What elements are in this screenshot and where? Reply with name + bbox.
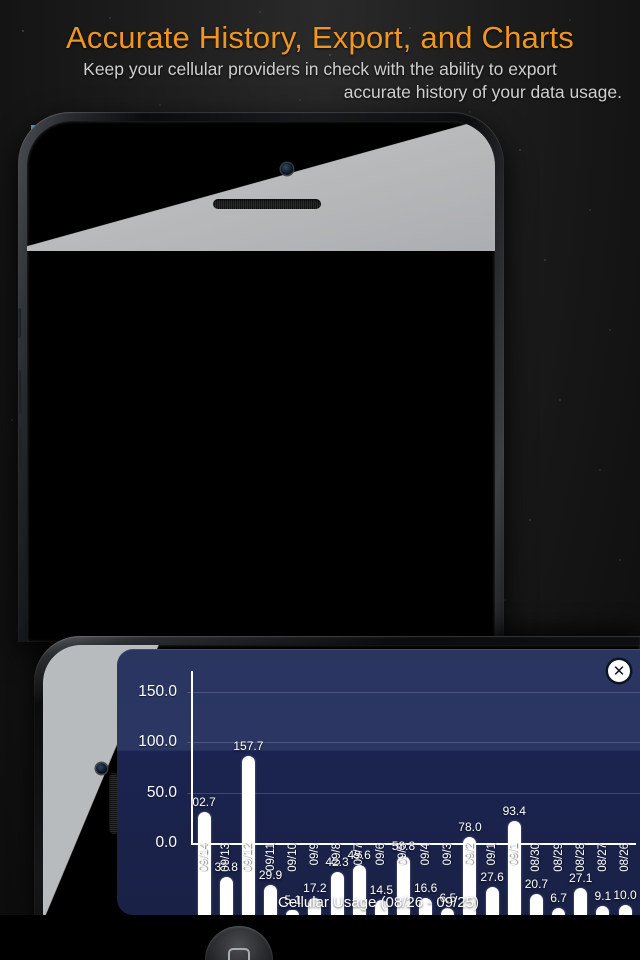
x-axis-tick: 09/4 — [415, 843, 437, 889]
x-axis-tick-label: 09/14 — [198, 843, 211, 872]
front-camera-icon — [281, 163, 293, 175]
silent-switch[interactable] — [18, 308, 21, 338]
bar-value-label: 78.0 — [458, 819, 482, 834]
promo-header: Accurate History, Export, and Charts Kee… — [0, 20, 640, 104]
x-axis-tick-label: 09/1 — [486, 843, 499, 866]
y-axis-tick-label: 0.0 — [155, 834, 177, 851]
x-axis-tick: 08/27 — [592, 843, 614, 889]
x-axis-tick-label: 08/29 — [552, 843, 565, 872]
x-axis-tick-label: 09/12 — [242, 843, 255, 872]
x-axis-tick: 09/10 — [282, 843, 304, 889]
x-axis-tick: 09/12 — [237, 843, 259, 889]
bar-chart: 0.0 50.0 100.0 150.0 02.7 37.8 157.7 29.9 5.1 17… — [117, 649, 640, 915]
x-axis-tick: 09/8 — [326, 843, 348, 889]
close-circle-icon[interactable]: ✕ — [608, 660, 630, 682]
y-axis-tick-label: 100.0 — [138, 733, 177, 751]
phone-device-portrait — [18, 112, 504, 642]
bar — [241, 756, 255, 915]
y-axis-tick-label: 150.0 — [138, 683, 177, 701]
x-axis-tick: 09/9 — [304, 843, 326, 889]
screen-glare-overlay — [27, 121, 495, 251]
x-axis-labels: 09/14 09/13 09/12 09/11 09/10 09/9 09/8 09/7 09/… — [193, 843, 636, 889]
chart-x-axis-title: Cellular Usage (08/26 - 09/25) — [278, 894, 479, 911]
x-axis-tick-label: 09/8 — [331, 843, 344, 866]
x-axis-tick-label: 09/7 — [353, 843, 366, 866]
x-axis-tick-label: 08/28 — [574, 843, 587, 872]
x-axis-tick: 08/26 — [614, 843, 636, 889]
x-axis-tick: 09/3 — [437, 843, 459, 889]
x-axis-tick-label: 09/11 — [264, 843, 277, 871]
x-axis-tick-label: 08/30 — [530, 843, 543, 872]
x-axis-tick: 09/1 — [503, 843, 525, 889]
x-axis-tick: 08/30 — [525, 843, 547, 889]
promo-subtitle-line-2: accurate history of your data usage. — [343, 81, 622, 102]
x-axis-tick: 09/5 — [392, 843, 414, 889]
x-axis-tick-label: 09/10 — [286, 843, 299, 872]
chart-gridline — [187, 692, 640, 694]
x-axis-tick: 09/13 — [215, 843, 237, 889]
x-axis-tick-label: 08/27 — [596, 843, 609, 872]
promo-subtitle-line-1: Keep your cellular providers in check wi… — [83, 58, 557, 79]
x-axis-tick-label: 09/13 — [220, 843, 233, 872]
promo-subtitle: Keep your cellular providers in check wi… — [0, 58, 640, 104]
x-axis-tick: 08/29 — [548, 843, 570, 889]
volume-up-button[interactable] — [18, 370, 21, 414]
bar-value-label: 93.4 — [502, 804, 526, 819]
x-axis-tick: 09/2 — [459, 843, 481, 889]
y-axis-tick-label: 50.0 — [146, 783, 177, 801]
device-bottom-shadow — [0, 915, 640, 960]
x-axis-tick-label: 09/3 — [441, 843, 454, 866]
x-axis-tick-label: 09/2 — [463, 843, 476, 866]
x-axis-tick-label: 09/5 — [397, 843, 410, 866]
x-axis-tick: 09/1 — [481, 843, 503, 889]
home-button-square-icon — [228, 948, 250, 960]
x-axis-tick-label: 09/6 — [375, 843, 388, 866]
page-title: Accurate History, Export, and Charts — [66, 20, 574, 55]
promo-screenshot: Accurate History, Export, and Charts Kee… — [0, 0, 640, 960]
earpiece-speaker — [213, 199, 321, 209]
x-axis-tick-label: 09/1 — [508, 843, 521, 866]
close-label: ✕ — [612, 661, 626, 680]
x-axis-tick: 09/11 — [259, 843, 281, 889]
volume-down-button[interactable] — [18, 428, 21, 472]
usage-chart-panel: ✕ 0.0 50.0 100.0 150.0 02.7 37.8 157.7 29.9 5.1… — [117, 649, 640, 915]
bar-value-label: 02.7 — [192, 794, 216, 809]
x-axis-tick-label: 08/26 — [619, 843, 632, 872]
x-axis-tick: 08/28 — [570, 843, 592, 889]
x-axis-tick: 09/14 — [193, 843, 215, 889]
x-axis-tick: 09/6 — [370, 843, 392, 889]
x-axis-tick-label: 09/9 — [308, 843, 321, 866]
y-axis-labels: 0.0 50.0 100.0 150.0 — [117, 649, 183, 851]
front-camera-icon — [96, 763, 107, 774]
x-axis-tick-label: 09/4 — [419, 843, 432, 866]
phone-screen-bezel — [27, 121, 495, 642]
x-axis-tick: 09/7 — [348, 843, 370, 889]
